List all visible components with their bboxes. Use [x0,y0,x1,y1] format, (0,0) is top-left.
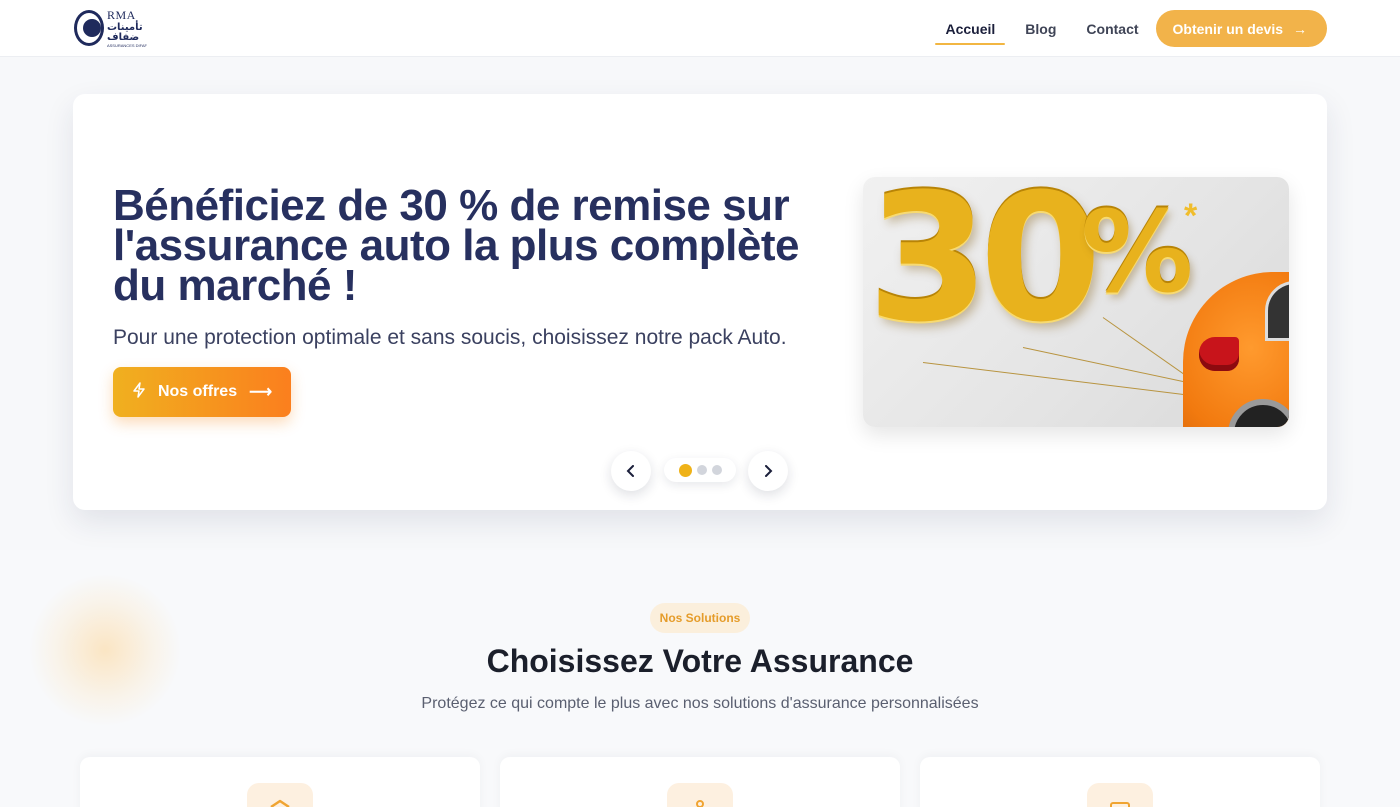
section-badge: Nos Solutions [650,603,750,633]
offers-button[interactable]: Nos offres ⟶ [113,367,291,417]
insurance-card[interactable] [500,757,900,807]
slider-dot-2[interactable] [696,465,707,475]
logo-text: RMA تأمينات ضفاف ASSURANCES DIFAF [107,9,164,48]
hero-title: Bénéficiez de 30 % de remise sur l'assur… [113,181,799,310]
insurance-card[interactable] [80,757,480,807]
hero-subtitle: Pour une protection optimale et sans sou… [113,326,787,349]
balloon-string [922,362,1211,399]
chevron-left-icon [626,465,634,477]
section-title: Choisissez Votre Assurance [486,643,914,679]
slider-prev-button[interactable] [611,451,651,491]
logo-arabic: تأمينات ضفاف [106,21,143,43]
slider-dots [664,458,736,482]
lightning-icon [132,381,146,403]
nav-link-contact[interactable]: Contact [1086,0,1138,57]
site-header: RMA تأمينات ضفاف ASSURANCES DIFAF Accuei… [0,0,1400,57]
car-taillight [1199,337,1239,371]
shield-icon [247,783,313,807]
slider-dot-1[interactable] [678,463,692,477]
get-quote-button[interactable]: Obtenir un devis → [1155,10,1327,47]
get-quote-label: Obtenir un devis [1172,20,1283,37]
arrow-right-icon: → [1293,20,1307,37]
logo-sub: ASSURANCES DIFAF [106,42,147,48]
document-icon [1087,783,1153,807]
offers-button-label: Nos offres [157,383,238,400]
nav-link-accueil[interactable]: Accueil [935,0,1006,57]
main-nav: Accueil Blog Contact Obtenir un devis → [930,0,1327,57]
balloon-star: * [1184,197,1198,235]
hero-slider: Bénéficiez de 30 % de remise sur l'assur… [73,94,1327,510]
balloon-percent: % [1081,188,1194,318]
arrow-right-icon: ⟶ [249,384,273,401]
logo[interactable]: RMA تأمينات ضفاف ASSURANCES DIFAF [74,9,164,47]
balloon-30: 30 [867,177,1102,361]
logo-brand: RMA [106,7,136,22]
promo-image: 30 % * [863,177,1289,427]
slider-next-button[interactable] [748,451,788,491]
section-subtitle: Protégez ce qui compte le plus avec nos … [421,695,979,712]
chevron-right-icon [765,465,773,477]
insurance-card[interactable] [920,757,1320,807]
pin-icon [667,783,733,807]
nav-link-blog[interactable]: Blog [1025,0,1056,57]
logo-seal-icon [74,10,104,46]
slider-dot-3[interactable] [711,465,722,475]
